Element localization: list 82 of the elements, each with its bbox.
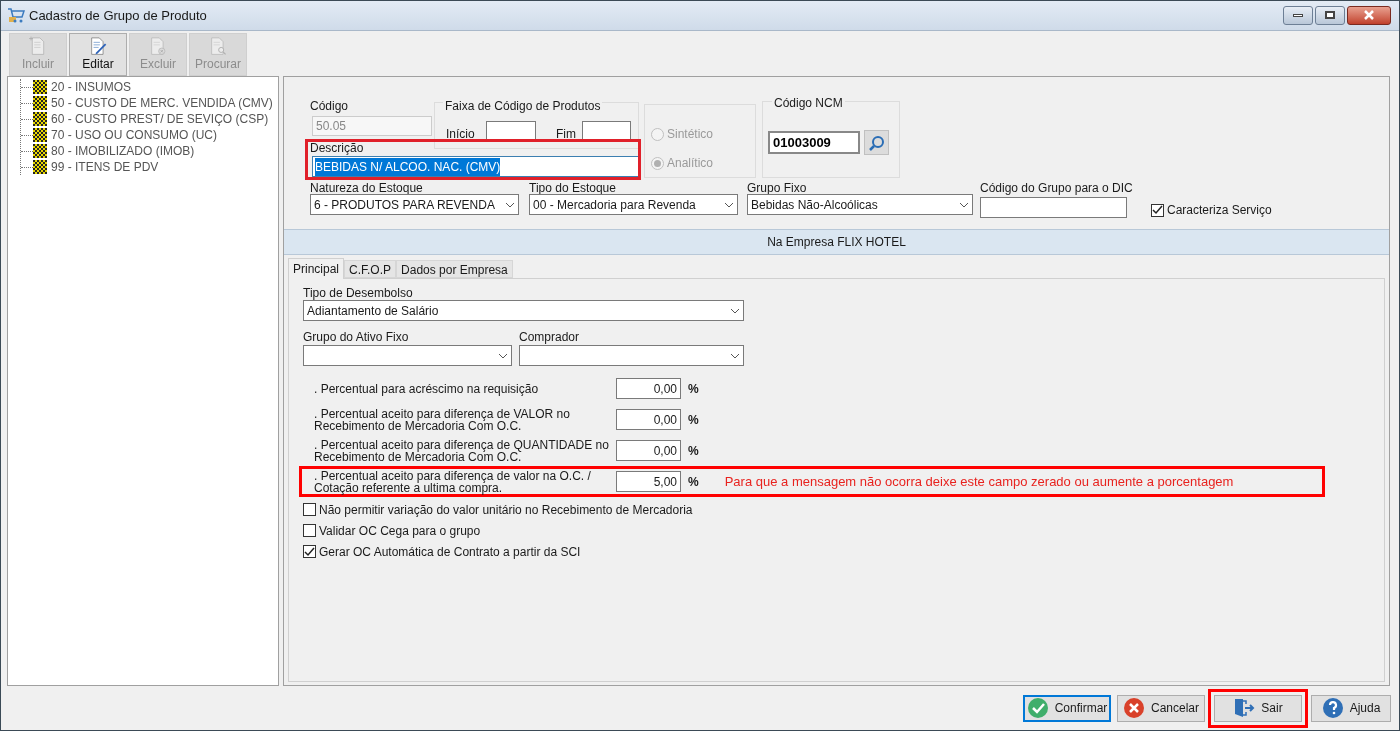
description-field[interactable]: BEBIDAS N/ ALCOO. NAC. (CMV) bbox=[312, 156, 639, 178]
cart-icon bbox=[7, 7, 25, 24]
field-label: . Percentual aceito para diferença de QUANTIDADE no Recebimento de Mercadoria Com O.C. bbox=[314, 438, 610, 463]
field-label: Fim bbox=[556, 126, 576, 144]
checkered-icon bbox=[33, 160, 47, 175]
tree-item[interactable]: 60 - CUSTO PREST/ DE SEVIÇO (CSP) bbox=[51, 110, 269, 129]
help-button[interactable]: Ajuda bbox=[1311, 694, 1391, 722]
checkbox[interactable]: Validar OC Cega para o grupo bbox=[303, 523, 1384, 539]
search-button[interactable] bbox=[864, 130, 889, 156]
tree-item[interactable]: 80 - IMOBILIZADO (IMOB) bbox=[51, 142, 195, 161]
dialog-button[interactable]: Sair bbox=[1214, 694, 1302, 722]
percent-field[interactable]: 5,00 bbox=[616, 471, 681, 493]
checkered-icon bbox=[33, 112, 47, 127]
tab[interactable]: C.F.O.P bbox=[344, 260, 397, 279]
dropdown[interactable] bbox=[519, 345, 744, 367]
tab[interactable]: Dados por Empresa bbox=[396, 260, 513, 279]
dropdown-caret-icon bbox=[498, 352, 508, 359]
field-label: Comprador bbox=[519, 329, 581, 346]
dropdown[interactable]: Bebidas Não-Alcoólicas bbox=[747, 194, 973, 216]
field-label: . Percentual aceito para diferença de VALOR no Recebimento de Mercadoria Com O.C. bbox=[314, 407, 571, 432]
field-label: Tipo de Desembolso bbox=[303, 285, 414, 301]
checkered-icon bbox=[33, 96, 47, 111]
field-label: Código do Grupo para o DIC bbox=[980, 180, 1133, 198]
tree-item[interactable]: 70 - USO OU CONSUMO (UC) bbox=[51, 126, 217, 145]
close-icon bbox=[1363, 10, 1375, 21]
field-label: Início bbox=[446, 126, 475, 144]
help-icon bbox=[1321, 697, 1344, 720]
tree-item[interactable]: 99 - ITENS DE PDV bbox=[51, 158, 159, 177]
selected-text: BEBIDAS N/ ALCOO. NAC. (CMV) bbox=[315, 157, 501, 176]
checkbox[interactable]: Gerar OC Automática de Contrato a partir da SCI bbox=[303, 544, 1384, 560]
check-icon bbox=[1152, 205, 1163, 216]
dropdown-caret-icon bbox=[724, 201, 734, 208]
dropdown-caret-icon bbox=[959, 201, 969, 208]
dropdown-caret-icon bbox=[730, 352, 740, 359]
dialog-button[interactable]: Cancelar bbox=[1117, 694, 1205, 722]
unit-label: % bbox=[688, 411, 699, 429]
check-icon bbox=[304, 546, 315, 557]
percent-field[interactable]: 0,00 bbox=[616, 409, 681, 431]
search-icon bbox=[868, 134, 885, 151]
tree-item[interactable]: 20 - INSUMOS bbox=[51, 78, 131, 97]
check-circle-icon bbox=[1026, 697, 1049, 720]
unit-label: % bbox=[688, 473, 699, 491]
percent-field[interactable]: 0,00 bbox=[616, 440, 681, 462]
checkered-icon bbox=[33, 144, 47, 159]
percent-field[interactable]: 0,00 bbox=[616, 378, 681, 400]
field-label: . Percentual aceito para diferença de valor na O.C. / Cotação referente a ultima compra. bbox=[314, 469, 592, 494]
dialog-button[interactable]: Confirmar bbox=[1023, 694, 1111, 722]
field-label: . Percentual para acréscimo na requisição bbox=[314, 382, 540, 395]
dropdown-caret-icon bbox=[730, 307, 740, 314]
tree-item[interactable]: 50 - CUSTO DE MERC. VENDIDA (CMV) bbox=[51, 94, 273, 113]
minimize-button[interactable] bbox=[1283, 5, 1313, 25]
checkered-icon bbox=[33, 128, 47, 143]
dropdown-value: 00 - Mercadoria para Revenda bbox=[533, 196, 696, 214]
company-banner: Na Empresa FLIX HOTEL bbox=[284, 229, 1389, 256]
maximize-icon bbox=[1325, 11, 1335, 20]
field-label: Grupo do Ativo Fixo bbox=[303, 329, 410, 346]
x-circle-icon bbox=[1123, 697, 1145, 720]
checkered-icon bbox=[33, 80, 47, 95]
checkbox[interactable]: Não permitir variação do valor unitário no Recebimento de Mercadoria bbox=[303, 502, 1384, 518]
field-label: Código bbox=[310, 98, 349, 116]
dic-code-field[interactable] bbox=[980, 197, 1127, 219]
toolbar-button[interactable]: Editar bbox=[69, 32, 127, 76]
dropdown-value: Bebidas Não-Alcoólicas bbox=[751, 196, 878, 214]
warning-note: Para que a mensagem não ocorra deixe este campo zerado ou aumente a porcentagem bbox=[724, 473, 1234, 492]
tab[interactable]: Principal bbox=[288, 258, 345, 280]
close-button[interactable] bbox=[1347, 5, 1391, 25]
dropdown-value: Adiantamento de Salário bbox=[307, 302, 439, 320]
dropdown[interactable]: 6 - PRODUTOS PARA REVENDA bbox=[310, 194, 519, 216]
ncm-field[interactable]: 01003009 bbox=[768, 131, 860, 155]
checkbox[interactable]: Caracteriza Serviço bbox=[1151, 201, 1272, 220]
door-exit-icon bbox=[1233, 697, 1256, 720]
unit-label: % bbox=[688, 442, 699, 460]
maximize-button[interactable] bbox=[1315, 5, 1345, 25]
dropdown-value: 6 - PRODUTOS PARA REVENDA bbox=[314, 196, 495, 214]
minimize-icon bbox=[1293, 13, 1303, 17]
field-label: Descrição bbox=[310, 140, 364, 158]
dropdown[interactable]: Adiantamento de Salário bbox=[303, 300, 744, 322]
window-title: Cadastro de Grupo de Produto bbox=[29, 6, 207, 25]
dropdown-caret-icon bbox=[505, 201, 515, 208]
unit-label: % bbox=[688, 380, 699, 398]
dropdown[interactable] bbox=[303, 345, 512, 367]
dropdown[interactable]: 00 - Mercadoria para Revenda bbox=[529, 194, 738, 216]
